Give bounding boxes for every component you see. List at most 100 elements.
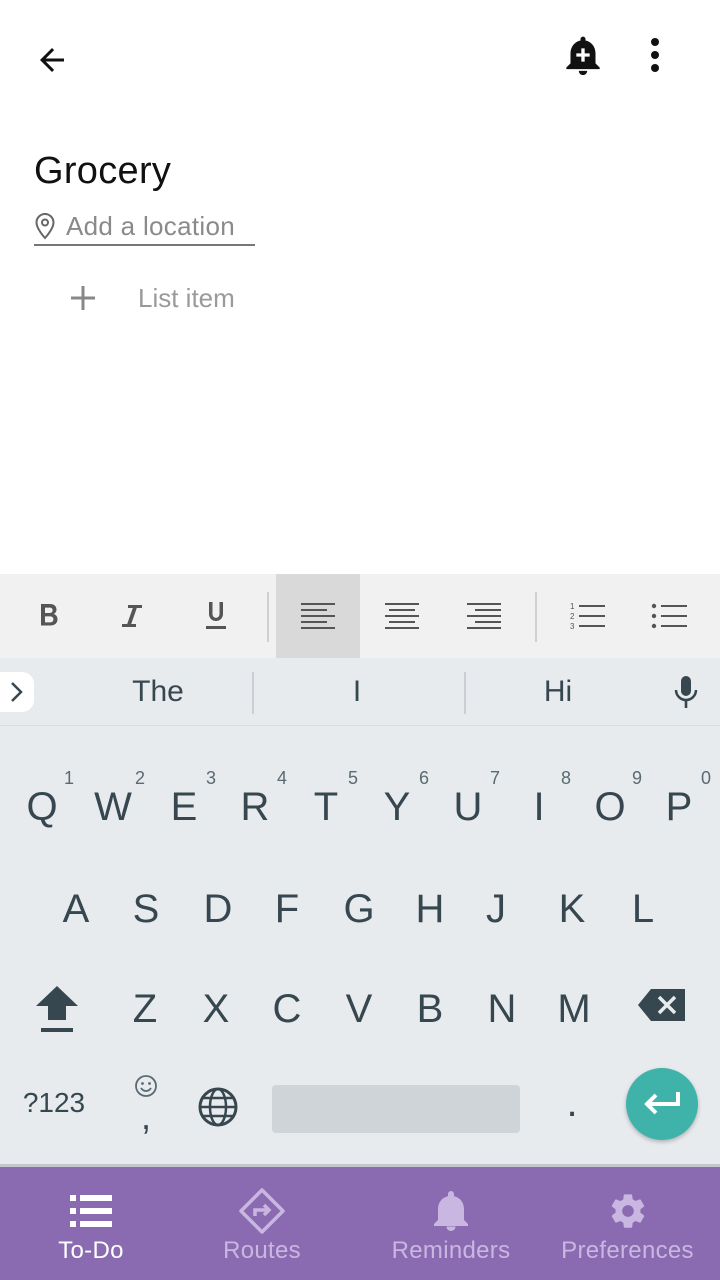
key-w[interactable]: W2	[77, 762, 149, 852]
soft-keyboard: The I Hi Q1 W2 E3 R4 T5 Y6 U7 I8 O9 P0 A…	[0, 658, 720, 1166]
more-options-button[interactable]	[630, 25, 680, 85]
key-n[interactable]: N	[466, 964, 538, 1054]
language-key[interactable]	[182, 1062, 254, 1152]
key-hint: 7	[489, 768, 500, 788]
location-field[interactable]: Add a location	[34, 208, 255, 246]
numbered-list-button[interactable]: 1 2 3	[546, 574, 630, 658]
add-list-item[interactable]: List item	[66, 276, 235, 320]
underline-button[interactable]	[174, 574, 258, 658]
expand-suggestions-button[interactable]	[0, 672, 34, 712]
bell-icon	[433, 1187, 469, 1235]
key-o[interactable]: O9	[574, 762, 646, 852]
list-title[interactable]: Grocery	[34, 150, 171, 193]
key-label: Y	[383, 784, 411, 829]
key-r[interactable]: R4	[219, 762, 291, 852]
align-right-icon	[467, 603, 501, 629]
svg-text:2: 2	[570, 612, 575, 621]
align-left-button[interactable]	[276, 574, 360, 658]
key-label: U	[453, 784, 483, 829]
key-q[interactable]: Q1	[6, 762, 78, 852]
key-label: W	[94, 784, 132, 829]
globe-icon	[198, 1087, 238, 1127]
arrow-back-icon	[40, 48, 64, 72]
shift-icon	[36, 986, 78, 1032]
suggestion-3[interactable]: Hi	[478, 670, 638, 714]
bulleted-list-icon	[651, 603, 687, 629]
key-s[interactable]: S	[110, 864, 182, 954]
bold-button[interactable]	[8, 574, 92, 658]
key-j[interactable]: J	[460, 864, 532, 954]
key-b[interactable]: B	[394, 964, 466, 1054]
bulleted-list-button[interactable]	[628, 574, 712, 658]
suggestion-divider	[252, 672, 254, 714]
key-l[interactable]: L	[607, 864, 679, 954]
key-label: Q	[26, 784, 58, 829]
nav-item-reminders[interactable]: Reminders	[370, 1167, 532, 1280]
key-label: P	[665, 784, 693, 829]
key-p[interactable]: P0	[643, 762, 715, 852]
nav-label: Reminders	[391, 1237, 511, 1264]
key-hint: 9	[631, 768, 642, 788]
key-label: T	[313, 784, 339, 829]
shift-key[interactable]	[21, 964, 93, 1054]
key-d[interactable]: D	[182, 864, 254, 954]
directions-icon	[239, 1187, 285, 1235]
bottom-navigation: To-Do Routes Reminders Preferences	[0, 1167, 720, 1280]
italic-icon	[122, 605, 142, 627]
enter-key[interactable]	[626, 1068, 698, 1140]
align-center-button[interactable]	[360, 574, 444, 658]
app-screen: Grocery Add a location List item 1 2 3 T…	[0, 0, 720, 1280]
suggestion-strip: The I Hi	[0, 658, 720, 726]
align-right-button[interactable]	[442, 574, 526, 658]
plus-icon	[66, 281, 100, 315]
key-x[interactable]: X	[180, 964, 252, 1054]
key-c[interactable]: C	[251, 964, 323, 1054]
location-pin-icon	[34, 212, 56, 240]
period-key[interactable]: .	[536, 1058, 608, 1148]
back-button[interactable]	[22, 30, 82, 90]
key-g[interactable]: G	[323, 864, 395, 954]
key-z[interactable]: Z	[109, 964, 181, 1054]
key-label: R	[240, 784, 270, 829]
nav-item-routes[interactable]: Routes	[182, 1167, 342, 1280]
emoji-icon	[135, 1075, 157, 1097]
space-key[interactable]	[272, 1085, 520, 1133]
add-reminder-button[interactable]	[553, 25, 613, 85]
key-u[interactable]: U7	[432, 762, 504, 852]
list-icon	[70, 1187, 112, 1235]
top-app-bar	[0, 0, 720, 120]
key-f[interactable]: F	[251, 864, 323, 954]
key-hint: 5	[347, 768, 358, 788]
list-item-placeholder: List item	[138, 282, 235, 313]
bold-icon	[41, 604, 58, 626]
underline-icon	[206, 602, 226, 629]
key-hint: 8	[560, 768, 571, 788]
toolbar-divider	[267, 592, 269, 642]
microphone-icon	[674, 676, 698, 708]
voice-input-button[interactable]	[666, 670, 706, 714]
suggestion-1[interactable]: The	[78, 670, 238, 714]
toolbar-divider	[535, 592, 537, 642]
key-k[interactable]: K	[536, 864, 608, 954]
key-m[interactable]: M	[538, 964, 610, 1054]
key-hint: 1	[63, 768, 74, 788]
key-v[interactable]: V	[323, 964, 395, 1054]
italic-button[interactable]	[90, 574, 174, 658]
suggestion-2[interactable]: I	[277, 670, 437, 714]
key-e[interactable]: E3	[148, 762, 220, 852]
key-h[interactable]: H	[394, 864, 466, 954]
nav-item-todo[interactable]: To-Do	[0, 1167, 182, 1280]
nav-item-preferences[interactable]: Preferences	[545, 1167, 710, 1280]
bell-plus-icon	[566, 36, 600, 75]
key-t[interactable]: T5	[290, 762, 362, 852]
key-hint: 3	[205, 768, 216, 788]
symbols-key[interactable]: ?123	[18, 1058, 90, 1148]
key-hint: 6	[418, 768, 429, 788]
key-i[interactable]: I8	[503, 762, 575, 852]
comma-emoji-key[interactable]: ,	[110, 1058, 182, 1148]
align-center-icon	[385, 603, 419, 629]
key-y[interactable]: Y6	[361, 762, 433, 852]
backspace-key[interactable]	[626, 960, 698, 1050]
key-a[interactable]: A	[40, 864, 112, 954]
key-label: O	[594, 784, 626, 829]
